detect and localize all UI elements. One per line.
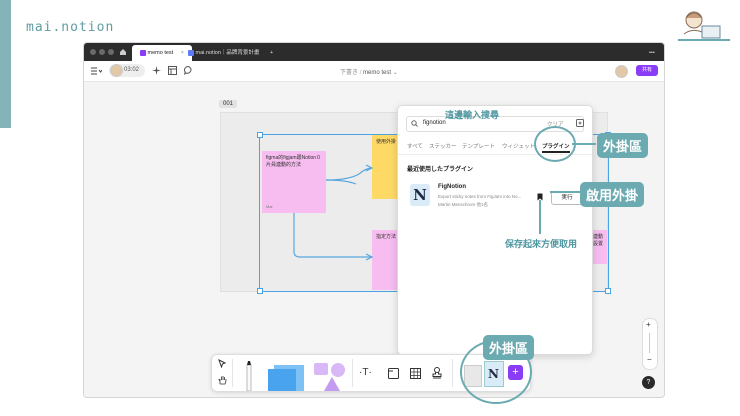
stamp-tool-icon[interactable] (432, 367, 442, 379)
figjam-icon (140, 49, 146, 56)
new-tab-button[interactable]: + (270, 45, 273, 61)
timer-widget[interactable]: 03:02 (109, 64, 145, 77)
sticky-note-tool-icon[interactable] (264, 363, 308, 391)
tab-mai-notion[interactable]: mai.notion｜品牌背景計畫 (188, 45, 259, 61)
zoom-track (649, 333, 650, 353)
text-tool-icon[interactable]: ·T· (359, 367, 372, 378)
file-name[interactable]: memo test (363, 70, 391, 76)
annotation-enable-plugin: 啟用外掛 (580, 182, 645, 207)
tab-templates[interactable]: テンプレート (462, 142, 495, 150)
selection-handle[interactable] (605, 288, 611, 294)
tab-widgets[interactable]: ウィジェット (502, 142, 535, 150)
shape-tool-icon[interactable] (312, 361, 348, 391)
table-tool-icon[interactable] (410, 368, 421, 379)
annotation-line (572, 143, 596, 145)
annotation-save-hint: 保存起來方便取用 (505, 239, 578, 249)
chevron-down-icon[interactable]: ⌄ (393, 70, 398, 76)
main-menu-icon[interactable] (90, 66, 102, 76)
divider (452, 359, 453, 387)
selection-handle[interactable] (257, 132, 263, 138)
divider (232, 359, 233, 387)
window-maximize-dot[interactable] (108, 49, 114, 55)
brand-logo: mai.notion (26, 20, 115, 35)
annotation-ring-plugins (534, 126, 576, 162)
window-minimize-dot[interactable] (99, 49, 105, 55)
tab-stickers[interactable]: ステッカー (429, 142, 457, 150)
search-icon (411, 120, 418, 127)
marker-tool-icon[interactable] (242, 361, 256, 391)
close-icon[interactable]: × (181, 50, 184, 56)
illustration-doodle (678, 11, 730, 41)
run-button[interactable]: 実行 (551, 191, 583, 205)
annotation-plugin-area: 外掛區 (597, 133, 649, 158)
more-icon[interactable]: ••• (649, 45, 655, 61)
annotation-line (550, 191, 581, 193)
annotation-line (539, 200, 541, 234)
home-icon[interactable] (119, 48, 127, 56)
window-close-dot[interactable] (90, 49, 96, 55)
top-toolbar: 03:02 下書き / memo test ⌄ 共有 (84, 61, 664, 82)
layout-icon[interactable] (168, 66, 177, 75)
plugin-description: Export sticky notes from FigJam into No.… (438, 194, 522, 199)
annotation-plugin-area-bottom: 外掛區 (483, 335, 535, 360)
comment-icon[interactable] (184, 66, 193, 75)
fignotion-icon: N (410, 184, 430, 206)
hand-icon[interactable] (218, 375, 227, 385)
pin-icon[interactable] (576, 119, 584, 127)
share-button[interactable]: 共有 (636, 65, 658, 76)
figma-icon (188, 49, 194, 56)
avatar (110, 64, 123, 77)
left-accent-bar (0, 0, 11, 128)
cursor-icon[interactable] (218, 359, 227, 368)
annotation-search-hint: 這邊輸入搜尋 (445, 110, 500, 120)
zoom-in-icon[interactable]: + (646, 320, 651, 329)
plugin-row-fignotion[interactable]: N FigNotion Export sticky notes from Fig… (398, 180, 592, 216)
divider (352, 359, 353, 387)
zoom-out-icon[interactable]: − (647, 355, 652, 364)
zoom-control[interactable]: + − (642, 318, 658, 370)
breadcrumb: 下書き / memo test ⌄ (340, 70, 398, 76)
selection-handle[interactable] (257, 288, 263, 294)
section-title: 最近使用したプラグイン (407, 167, 474, 173)
breadcrumb-parent[interactable]: 下書き (340, 70, 358, 76)
plugin-author: Martin Menschrom 他1名 (438, 202, 489, 207)
plugin-name: FigNotion (438, 184, 466, 190)
tab-all[interactable]: すべて (407, 142, 423, 150)
sparkle-icon[interactable] (152, 66, 161, 75)
tab-memo-test[interactable]: memo test × (132, 45, 192, 61)
user-avatar[interactable] (615, 65, 628, 78)
tab-bar: memo test × mai.notion｜品牌背景計畫 + ••• (84, 43, 664, 61)
help-button[interactable]: ? (642, 376, 655, 389)
search-input[interactable]: fignotion (423, 120, 446, 126)
section-tool-icon[interactable] (388, 368, 399, 379)
